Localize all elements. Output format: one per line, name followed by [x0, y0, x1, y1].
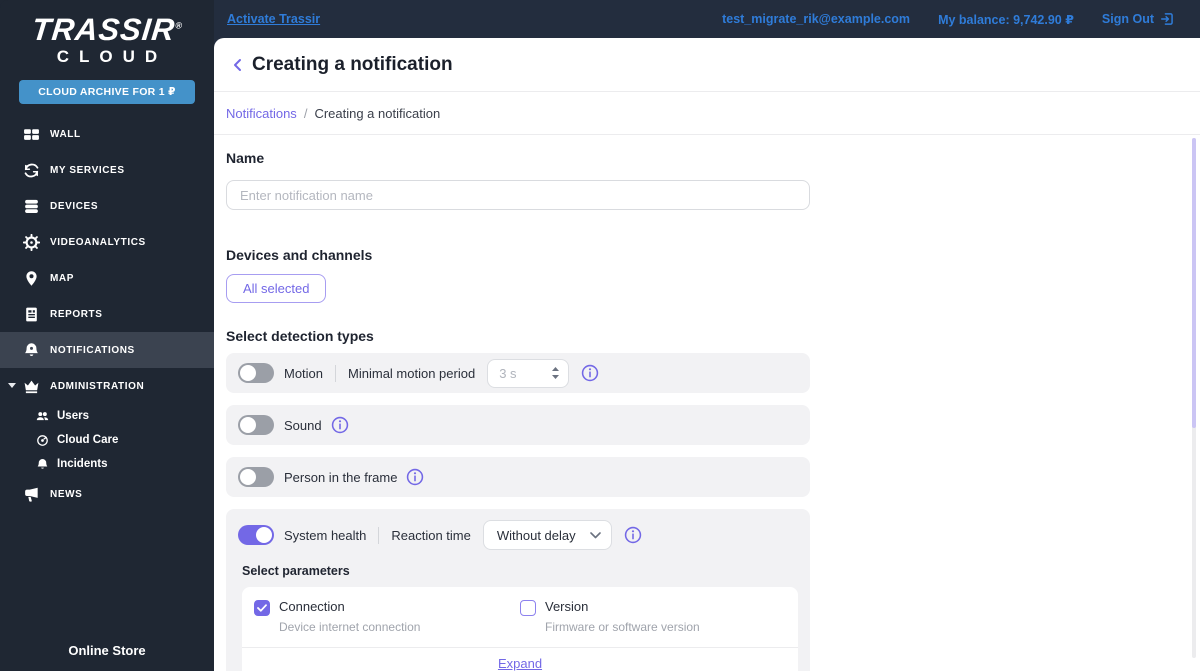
system-health-section: System health Reaction time Without dela…: [226, 509, 810, 671]
name-section-label: Name: [226, 150, 265, 166]
topbar: Activate Trassir test_migrate_rik@exampl…: [214, 0, 1200, 38]
scroll-area: Name Devices and channels All selected S…: [214, 135, 1200, 671]
main-area: Activate Trassir test_migrate_rik@exampl…: [214, 0, 1200, 671]
logo: TRASSIR® CLOUD: [0, 0, 214, 67]
sound-label: Sound: [284, 417, 322, 433]
wall-icon: [22, 125, 40, 143]
chevron-down-icon: [589, 531, 601, 539]
notifications-icon: [22, 341, 40, 359]
divider: [335, 364, 337, 382]
news-icon: [22, 485, 40, 503]
parameters-card: Connection Device internet connection Ve…: [242, 587, 798, 671]
balance-label[interactable]: My balance: 9,742.90 ₽: [938, 12, 1074, 27]
administration-subnav: Users Cloud Care Incidents: [0, 404, 214, 476]
notification-name-input[interactable]: [226, 180, 810, 210]
videoanalytics-icon: [22, 233, 40, 251]
sidebar-subitem-cloud-care[interactable]: Cloud Care: [0, 428, 214, 452]
sidebar-item-devices[interactable]: DEVICES: [0, 188, 214, 224]
sound-detection-row: Sound: [226, 405, 810, 445]
incidents-icon: [36, 458, 49, 471]
system-health-toggle[interactable]: [238, 525, 274, 545]
activate-trassir-link[interactable]: Activate Trassir: [227, 12, 320, 26]
sidebar-subitem-users[interactable]: Users: [0, 404, 214, 428]
motion-period-stepper[interactable]: 3 s: [487, 358, 570, 388]
online-store-link[interactable]: Online Store: [0, 643, 214, 671]
sidebar-subitem-incidents[interactable]: Incidents: [0, 452, 214, 476]
parameter-version: Version Firmware or software version: [520, 599, 786, 634]
my-services-icon: [22, 161, 40, 179]
scrollbar-thumb[interactable]: [1192, 138, 1196, 428]
logo-trassir-text: TRASSIR®: [29, 12, 184, 47]
breadcrumb: Notifications / Creating a notification: [214, 92, 1200, 135]
parameter-connection: Connection Device internet connection: [254, 599, 520, 634]
version-checkbox[interactable]: [520, 600, 536, 616]
person-label: Person in the frame: [284, 469, 398, 485]
expand-link[interactable]: Expand: [498, 656, 542, 671]
sound-toggle[interactable]: [238, 415, 274, 435]
users-icon: [36, 410, 49, 423]
devices-section-label: Devices and channels: [226, 247, 373, 263]
stepper-arrows-icon[interactable]: [551, 366, 560, 380]
motion-info-icon[interactable]: [581, 364, 599, 382]
sidebar-item-news[interactable]: NEWS: [0, 476, 214, 512]
cloud-care-icon: [36, 434, 49, 447]
breadcrumb-notifications-link[interactable]: Notifications: [226, 106, 297, 121]
motion-toggle[interactable]: [238, 363, 274, 383]
reports-icon: [22, 305, 40, 323]
sidebar-nav: WALL MY SERVICES DEVICES VIDEOANALYTICS …: [0, 116, 214, 643]
logo-cloud-text: CLOUD: [56, 47, 168, 66]
expand-row: Expand: [242, 647, 798, 671]
page-title: Creating a notification: [252, 53, 453, 75]
back-button[interactable]: [226, 53, 250, 77]
chevron-down-icon: [8, 383, 16, 388]
person-toggle[interactable]: [238, 467, 274, 487]
detection-section-label: Select detection types: [226, 328, 374, 344]
reaction-time-label: Reaction time: [391, 527, 471, 543]
devices-icon: [22, 197, 40, 215]
sidebar-item-map[interactable]: MAP: [0, 260, 214, 296]
connection-checkbox[interactable]: [254, 600, 270, 616]
reaction-time-select[interactable]: Without delay: [482, 520, 612, 550]
cloud-archive-button[interactable]: CLOUD ARCHIVE FOR 1 ₽: [19, 80, 195, 104]
select-parameters-label: Select parameters: [242, 564, 350, 578]
divider: [378, 526, 380, 544]
motion-detection-row: Motion Minimal motion period 3 s: [226, 353, 810, 393]
account-email[interactable]: test_migrate_rik@example.com: [722, 12, 910, 26]
system-health-info-icon[interactable]: [624, 526, 642, 544]
scrollbar-track[interactable]: [1192, 138, 1196, 658]
sidebar-item-administration[interactable]: ADMINISTRATION: [0, 368, 214, 404]
content-panel: Creating a notification Notifications / …: [214, 38, 1200, 671]
sound-info-icon[interactable]: [331, 416, 349, 434]
sidebar-item-wall[interactable]: WALL: [0, 116, 214, 152]
motion-label: Motion: [284, 365, 324, 381]
administration-icon: [22, 377, 40, 395]
sign-out-button[interactable]: Sign Out: [1102, 12, 1174, 26]
person-info-icon[interactable]: [406, 468, 424, 486]
sidebar-item-my-services[interactable]: MY SERVICES: [0, 152, 214, 188]
breadcrumb-current: Creating a notification: [314, 105, 441, 121]
sidebar-item-notifications[interactable]: NOTIFICATIONS: [0, 332, 214, 368]
sign-out-icon: [1160, 12, 1174, 26]
page-header: Creating a notification: [214, 38, 1200, 92]
sidebar: TRASSIR® CLOUD CLOUD ARCHIVE FOR 1 ₽ WAL…: [0, 0, 214, 671]
system-health-label: System health: [284, 527, 367, 543]
person-detection-row: Person in the frame: [226, 457, 810, 497]
minimal-motion-period-label: Minimal motion period: [348, 365, 476, 381]
sidebar-item-reports[interactable]: REPORTS: [0, 296, 214, 332]
map-icon: [22, 269, 40, 287]
sidebar-item-videoanalytics[interactable]: VIDEOANALYTICS: [0, 224, 214, 260]
all-selected-button[interactable]: All selected: [226, 274, 327, 303]
breadcrumb-separator: /: [303, 105, 308, 121]
